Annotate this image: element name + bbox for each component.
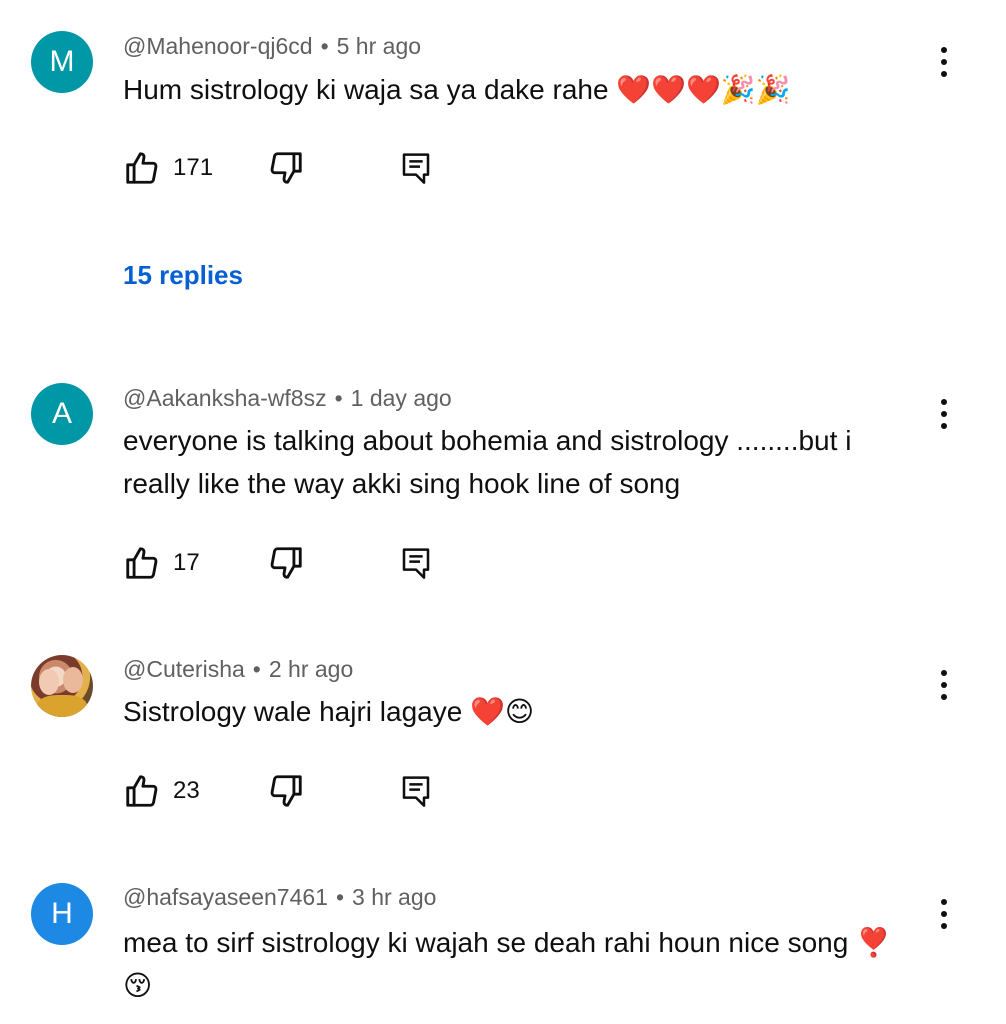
comment-meta: @Cuterisha • 2 hr ago (123, 656, 353, 683)
avatar-photo-part (63, 667, 83, 693)
dislike-button[interactable] (267, 148, 305, 188)
like-count: 17 (173, 549, 200, 576)
more-vert-icon[interactable] (930, 894, 958, 934)
like-button[interactable]: 17 (123, 543, 200, 583)
dislike-button[interactable] (267, 771, 305, 811)
comment-author[interactable]: @Mahenoor-qj6cd (123, 33, 313, 59)
comment-actions: 17 (123, 543, 523, 583)
comment-text: Hum sistrology ki waja sa ya dake rahe ❤… (123, 74, 791, 105)
comment-author[interactable]: @Aakanksha-wf8sz (123, 385, 327, 411)
comment-time[interactable]: 1 day ago (351, 385, 452, 411)
view-replies-link[interactable]: 15 replies (123, 260, 243, 291)
meta-separator: • (252, 656, 261, 682)
comment-text: everyone is talking about bohemia and si… (123, 425, 852, 499)
comment-actions: 171 (123, 148, 523, 188)
comment-meta: @Mahenoor-qj6cd • 5 hr ago (123, 33, 421, 60)
dislike-button[interactable] (267, 543, 305, 583)
avatar-letter: A (51, 397, 72, 430)
avatar[interactable]: M (31, 31, 93, 93)
reply-comment-icon (400, 545, 432, 581)
reply-button[interactable] (400, 771, 432, 811)
more-vert-icon[interactable] (930, 42, 958, 82)
comment-time[interactable]: 3 hr ago (352, 884, 436, 910)
reply-button[interactable] (400, 148, 432, 188)
avatar-letter: H (51, 897, 73, 930)
comment-author[interactable]: @Cuterisha (123, 656, 245, 682)
thumb-up-icon (123, 772, 161, 810)
comment-actions: 23 (123, 771, 523, 811)
like-button[interactable]: 171 (123, 148, 213, 188)
thumb-up-icon (123, 544, 161, 582)
avatar-letter: M (49, 45, 75, 78)
reply-comment-icon (400, 773, 432, 809)
avatar-photo-part (39, 669, 59, 695)
comment-time[interactable]: 2 hr ago (269, 656, 353, 682)
more-vert-icon[interactable] (930, 394, 958, 434)
avatar[interactable]: A (31, 383, 93, 445)
avatar[interactable]: H (31, 883, 93, 945)
thumb-down-icon (267, 544, 305, 582)
thumb-up-icon (123, 149, 161, 187)
thumb-down-icon (267, 772, 305, 810)
meta-separator: • (335, 884, 345, 910)
avatar[interactable] (31, 655, 93, 717)
reply-button[interactable] (400, 543, 432, 583)
meta-separator: • (334, 385, 343, 411)
comment-text: Sistrology wale hajri lagaye ❤️😊 (123, 696, 535, 727)
comment-text: mea to sirf sistrology ki wajah se deah … (123, 927, 891, 1001)
comment-time[interactable]: 5 hr ago (337, 33, 421, 59)
comment-meta: @Aakanksha-wf8sz • 1 day ago (123, 385, 452, 412)
like-button[interactable]: 23 (123, 771, 200, 811)
comment-author[interactable]: @hafsayaseen7461 (123, 884, 328, 910)
like-count: 171 (173, 154, 214, 181)
meta-separator: • (320, 33, 329, 59)
like-count: 23 (173, 777, 200, 804)
avatar-photo-part (37, 695, 87, 717)
comment-meta: @hafsayaseen7461 • 3 hr ago (123, 884, 436, 911)
more-vert-icon[interactable] (930, 665, 958, 705)
thumb-down-icon (267, 149, 305, 187)
reply-comment-icon (400, 150, 432, 186)
